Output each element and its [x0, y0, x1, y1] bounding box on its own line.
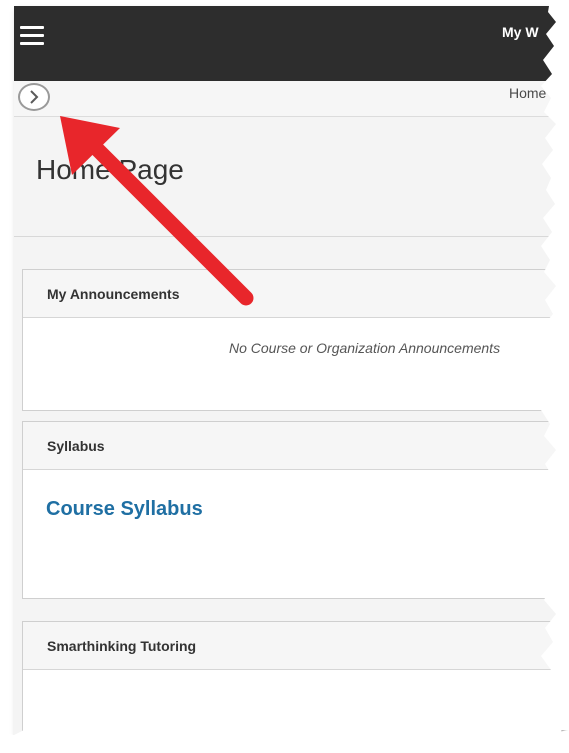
- top-bar: My W: [14, 6, 562, 81]
- breadcrumb-bar: Home: [14, 81, 562, 117]
- course-syllabus-link[interactable]: Course Syllabus: [46, 498, 203, 521]
- title-divider: [14, 236, 562, 237]
- page-title: Home Page: [36, 154, 184, 185]
- smarthinking-module: Smarthinking Tutoring: [22, 621, 562, 746]
- breadcrumb-home-link[interactable]: Home: [509, 85, 546, 101]
- announcements-empty-message: No Course or Organization Announcements: [229, 340, 501, 356]
- syllabus-module-header[interactable]: Syllabus: [23, 422, 561, 470]
- screenshot-page: My W Home Home Page My Announcements No …: [0, 0, 569, 753]
- announcements-module: My Announcements No Course or Organizati…: [22, 269, 562, 411]
- syllabus-module: Syllabus Course Syllabus: [22, 421, 562, 599]
- hamburger-menu-icon[interactable]: [20, 24, 48, 48]
- smarthinking-module-header[interactable]: Smarthinking Tutoring: [23, 622, 561, 670]
- announcements-module-header[interactable]: My Announcements: [23, 270, 561, 318]
- app-frame: My W Home Home Page My Announcements No …: [14, 6, 562, 746]
- chevron-right-icon: [30, 90, 39, 104]
- course-menu-toggle-button[interactable]: [18, 83, 50, 111]
- topbar-title: My W: [502, 24, 539, 40]
